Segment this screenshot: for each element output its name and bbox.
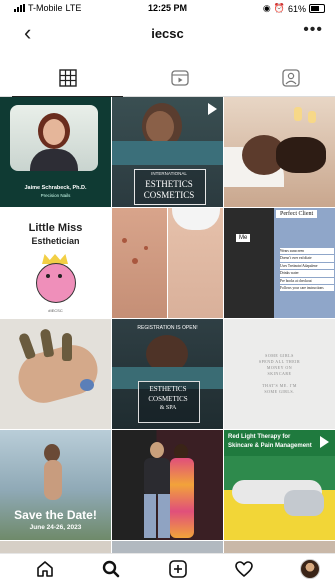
post-caption: Jaime Schrabeck, Ph.D. [24, 185, 87, 191]
post-tile[interactable]: REGISTRATION IS OPEN! ESTHETICS COSMETIC… [112, 319, 223, 429]
profile-avatar[interactable] [298, 558, 322, 580]
instagram-profile-screen: T-Mobile LTE 12:25 PM ◉ ⏰ 61% ‹ iecsc ••… [0, 0, 335, 584]
post-tile[interactable]: Jaime Schrabeck, Ph.D. Precision Nails [0, 97, 111, 207]
post-tile[interactable]: Red Light Therapy for Skincare & Pain Ma… [224, 430, 335, 540]
post-tile[interactable]: INTERNATIONAL ESTHETICS COSMETICS [112, 97, 223, 207]
post-text-line: Skincare & Pain Management [228, 443, 312, 449]
profile-tabs [0, 60, 335, 97]
post-hashtag: #IECSC [48, 308, 63, 313]
search-icon[interactable] [99, 558, 123, 580]
tagged-tab[interactable] [235, 60, 335, 96]
quote-line: SOME GIRLS. [264, 389, 295, 394]
checklist: Wears sunscreen Doesn't over exfoliate U… [280, 248, 334, 292]
post-text-line: & SPA [159, 405, 177, 411]
reels-icon [170, 70, 189, 86]
tagged-person-icon [281, 69, 300, 87]
reels-tab[interactable] [124, 60, 235, 96]
post-tile[interactable]: Little Miss Esthetician #IECSC [0, 208, 111, 318]
post-tile[interactable] [112, 208, 223, 318]
profile-username: iecsc [151, 26, 184, 41]
post-tile[interactable] [224, 97, 335, 207]
checklist-item: Pre books at checkout [280, 277, 334, 285]
checklist-item: Drinks water [280, 270, 334, 277]
battery-icon [309, 4, 325, 13]
post-tile[interactable]: SOME GIRLS SPEND ALL THEIR MONEY ON SKIN… [224, 319, 335, 429]
status-bar: T-Mobile LTE 12:25 PM ◉ ⏰ 61% [0, 0, 335, 18]
post-text-line: COSMETICS [148, 395, 188, 403]
post-text-line: INTERNATIONAL [151, 171, 187, 176]
checklist-item: Follows your care instructions [280, 285, 334, 292]
post-quote: SOME GIRLS SPEND ALL THEIR MONEY ON SKIN… [224, 353, 335, 395]
checklist-item: Doesn't over exfoliate [280, 255, 334, 262]
home-icon[interactable] [33, 558, 57, 580]
grid-icon [58, 69, 77, 87]
post-text-line: Esthetician [31, 236, 80, 246]
post-subcaption: Precision Nails [40, 193, 71, 198]
post-tile[interactable]: Save the Date! June 24-26, 2023 [0, 430, 111, 540]
reel-icon [208, 103, 217, 115]
posts-grid: Jaime Schrabeck, Ph.D. Precision Nails I… [0, 97, 335, 557]
new-post-icon[interactable] [166, 558, 190, 580]
post-text-line: Me [236, 234, 251, 242]
post-text-line: Little Miss [28, 222, 83, 234]
checklist-item: Uses Tretinoin/Adapalene [280, 262, 334, 270]
more-dots-icon[interactable]: ••• [303, 21, 323, 39]
post-text-line: ESTHETICS [149, 385, 187, 393]
alarm-icon: ⏰ [273, 3, 285, 13]
activity-heart-icon[interactable] [232, 558, 256, 580]
post-text-line: ESTHETICS [145, 179, 193, 189]
profile-header: ‹ iecsc ••• [0, 18, 335, 50]
post-text-line: Perfect Client [276, 210, 318, 218]
post-date: June 24-26, 2023 [29, 524, 82, 531]
post-text-line: REGISTRATION IS OPEN! [137, 325, 198, 331]
reel-icon [320, 436, 329, 448]
battery-percent: 61% [287, 3, 306, 14]
post-text-line: COSMETICS [143, 190, 195, 200]
post-tile[interactable] [112, 430, 223, 540]
location-icon: ◉ [262, 3, 271, 13]
posts-grid-tab[interactable] [12, 60, 123, 97]
checklist-item: Wears sunscreen [280, 248, 334, 255]
post-text-line: Red Light Therapy for [228, 434, 291, 440]
post-tile[interactable] [0, 319, 111, 429]
post-tile[interactable]: Perfect Client Me Wears sunscreen Doesn'… [224, 208, 335, 318]
post-headline: Save the Date! [14, 508, 97, 522]
bottom-nav [0, 553, 335, 584]
